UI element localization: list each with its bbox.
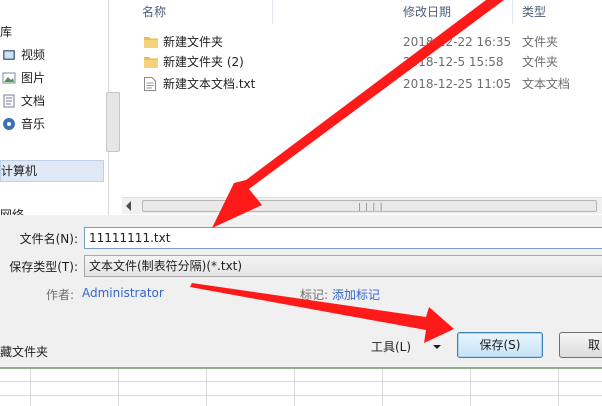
tags-label: 标记: (300, 288, 329, 302)
column-separator (512, 0, 513, 24)
file-type: 文本文档 (522, 77, 571, 91)
nav-item-music[interactable]: 音乐 (2, 114, 102, 134)
chevron-down-icon (433, 345, 441, 349)
filetype-select[interactable]: 文本文件(制表符分隔)(*.txt) (84, 255, 602, 277)
nav-item-label: 图片 (21, 71, 46, 85)
sheet-gridline (206, 369, 207, 406)
nav-item-pictures[interactable]: 图片 (2, 68, 102, 88)
grip-icon: | | | | (358, 202, 384, 211)
folder-icon (144, 37, 158, 48)
file-type: 文件夹 (522, 55, 559, 69)
file-date: 2018-12-25 11:05 (403, 77, 512, 91)
background-spreadsheet (0, 367, 602, 406)
filename-label: 文件名(N): (19, 232, 78, 246)
nav-item-library[interactable]: 库 (0, 22, 100, 42)
cancel-button[interactable]: 取 (559, 332, 602, 358)
tools-label: 工具(L) (371, 340, 412, 354)
list-horizontal-scrollbar[interactable]: | | | | (122, 197, 602, 214)
nav-item-documents[interactable]: 文档 (2, 91, 102, 111)
author-value[interactable]: Administrator (82, 286, 164, 300)
file-date: 2018-12-5 15:58 (403, 55, 504, 69)
folder-icon (144, 57, 158, 68)
file-row[interactable]: 新建文本文档.txt 2018-12-25 11:05 文本文档 (122, 74, 602, 94)
nav-item-label: 音乐 (21, 117, 46, 131)
navigation-pane: 库 视频 图片 文档 音乐 计算机 网络 (0, 0, 109, 217)
sheet-gridline (118, 369, 119, 406)
file-row[interactable]: 新建文件夹 2018-12-22 16:35 文件夹 (122, 32, 602, 52)
scrollbar-thumb[interactable]: | | | | (142, 200, 597, 212)
nav-item-video[interactable]: 视频 (2, 45, 102, 65)
save-options-panel: 文件名(N): 保存类型(T): 文本文件(制表符分隔)(*.txt) 作者: … (0, 215, 602, 367)
cancel-label: 取 (588, 338, 601, 352)
column-separator (272, 0, 273, 24)
file-row[interactable]: 新建文件夹 (2) 2018-12-5 15:58 文件夹 (122, 52, 602, 72)
file-name: 新建文件夹 (2) (163, 55, 244, 69)
nav-item-label: 文档 (21, 94, 46, 108)
sheet-gridline (30, 369, 31, 406)
text-file-icon (144, 77, 156, 91)
author-label: 作者: (46, 288, 75, 302)
nav-item-label: 库 (0, 25, 13, 39)
file-name: 新建文件夹 (163, 35, 224, 49)
file-date: 2018-12-22 16:35 (403, 35, 512, 49)
nav-scrollbar-thumb[interactable] (106, 92, 120, 152)
sheet-gridline (382, 369, 383, 406)
sheet-gridline (0, 395, 602, 396)
column-header-date[interactable]: 修改日期 (403, 2, 451, 22)
sheet-gridline (558, 369, 559, 406)
sheet-gridline (470, 369, 471, 406)
nav-item-label: 视频 (21, 48, 46, 62)
scroll-left-icon[interactable] (126, 201, 131, 211)
file-list: 名称 修改日期 类型 新建文件夹 2018-12-22 16:35 文件夹 新建… (122, 0, 602, 215)
save-button[interactable]: 保存(S) (457, 332, 543, 358)
sheet-gridline (0, 381, 602, 382)
music-icon (3, 118, 15, 130)
nav-item-computer[interactable]: 计算机 (0, 160, 104, 182)
column-header-name[interactable]: 名称 (142, 2, 166, 22)
tags-value[interactable]: 添加标记 (332, 286, 380, 303)
nav-item-label: 计算机 (1, 164, 38, 178)
picture-icon (2, 72, 16, 84)
file-type: 文件夹 (522, 35, 559, 49)
hide-folders-toggle[interactable]: 藏文件夹 (0, 343, 48, 360)
file-name: 新建文本文档.txt (163, 77, 256, 91)
column-header-type[interactable]: 类型 (522, 2, 546, 22)
filetype-label: 保存类型(T): (9, 260, 78, 274)
sheet-gridline (294, 369, 295, 406)
document-icon (3, 94, 15, 108)
tools-dropdown[interactable]: 工具(L) (371, 336, 447, 358)
video-icon (3, 50, 15, 60)
filetype-value: 文本文件(制表符分隔)(*.txt) (89, 259, 243, 273)
filename-input[interactable] (84, 227, 602, 249)
